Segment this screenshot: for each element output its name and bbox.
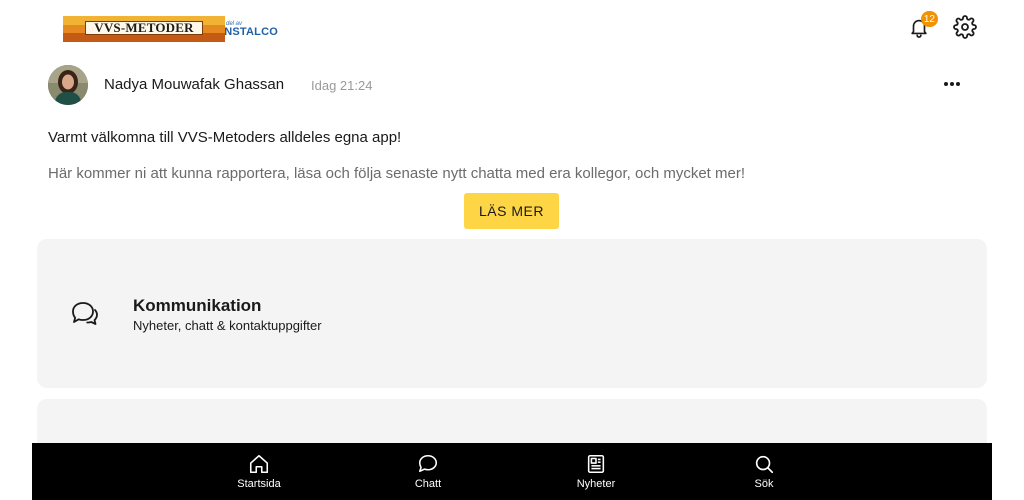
nav-label: Chatt <box>414 478 442 490</box>
post-title: Varmt välkomna till VVS-Metoders alldele… <box>48 129 402 146</box>
instalco-logo: – del av INSTALCO <box>221 21 278 38</box>
more-dot <box>950 82 954 86</box>
nav-item-sok[interactable]: Sök <box>719 443 809 500</box>
more-dot <box>956 82 960 86</box>
nav-item-startsida[interactable]: Startsida <box>214 443 304 500</box>
post-time: Idag 21:24 <box>311 78 373 93</box>
news-icon <box>587 454 605 474</box>
gear-icon <box>953 15 977 39</box>
nav-label: Startsida <box>237 478 281 490</box>
home-icon <box>249 454 269 474</box>
chat-icon <box>418 454 438 473</box>
author-avatar[interactable] <box>48 65 88 105</box>
post-options-button[interactable] <box>940 74 964 94</box>
communication-card[interactable]: Kommunikation Nyheter, chatt & kontaktup… <box>37 239 987 388</box>
logo-text: VVS-METODER <box>94 20 194 35</box>
chat-bubbles-icon <box>72 302 98 325</box>
nav-label: Sök <box>754 478 774 490</box>
notification-badge: 12 <box>920 11 938 27</box>
read-more-button[interactable]: LÄS MER <box>464 193 559 229</box>
settings-button[interactable] <box>952 12 978 42</box>
card-subtitle: Nyheter, chatt & kontaktuppgifter <box>133 318 322 333</box>
avatar-image <box>48 65 88 105</box>
more-dot <box>944 82 948 86</box>
post-author[interactable]: Nadya Mouwafak Ghassan <box>104 76 284 93</box>
post-body: Här kommer ni att kunna rapportera, läsa… <box>48 165 745 182</box>
nav-item-chatt[interactable]: Chatt <box>383 443 473 500</box>
notifications-button[interactable]: 12 <box>906 11 938 42</box>
nav-label: Nyheter <box>576 478 616 490</box>
logo-partner-name: INSTALCO <box>220 25 278 38</box>
card-title: Kommunikation <box>133 296 262 315</box>
nav-item-nyheter[interactable]: Nyheter <box>551 443 641 500</box>
vvs-metoder-logo: VVS-METODER <box>63 16 225 42</box>
header-actions: 12 <box>906 11 978 42</box>
bottom-navigation: Startsida Chatt Nyheter Sök <box>32 443 992 500</box>
search-icon <box>755 455 774 474</box>
company-logo: VVS-METODER – del av INSTALCO <box>63 15 278 43</box>
